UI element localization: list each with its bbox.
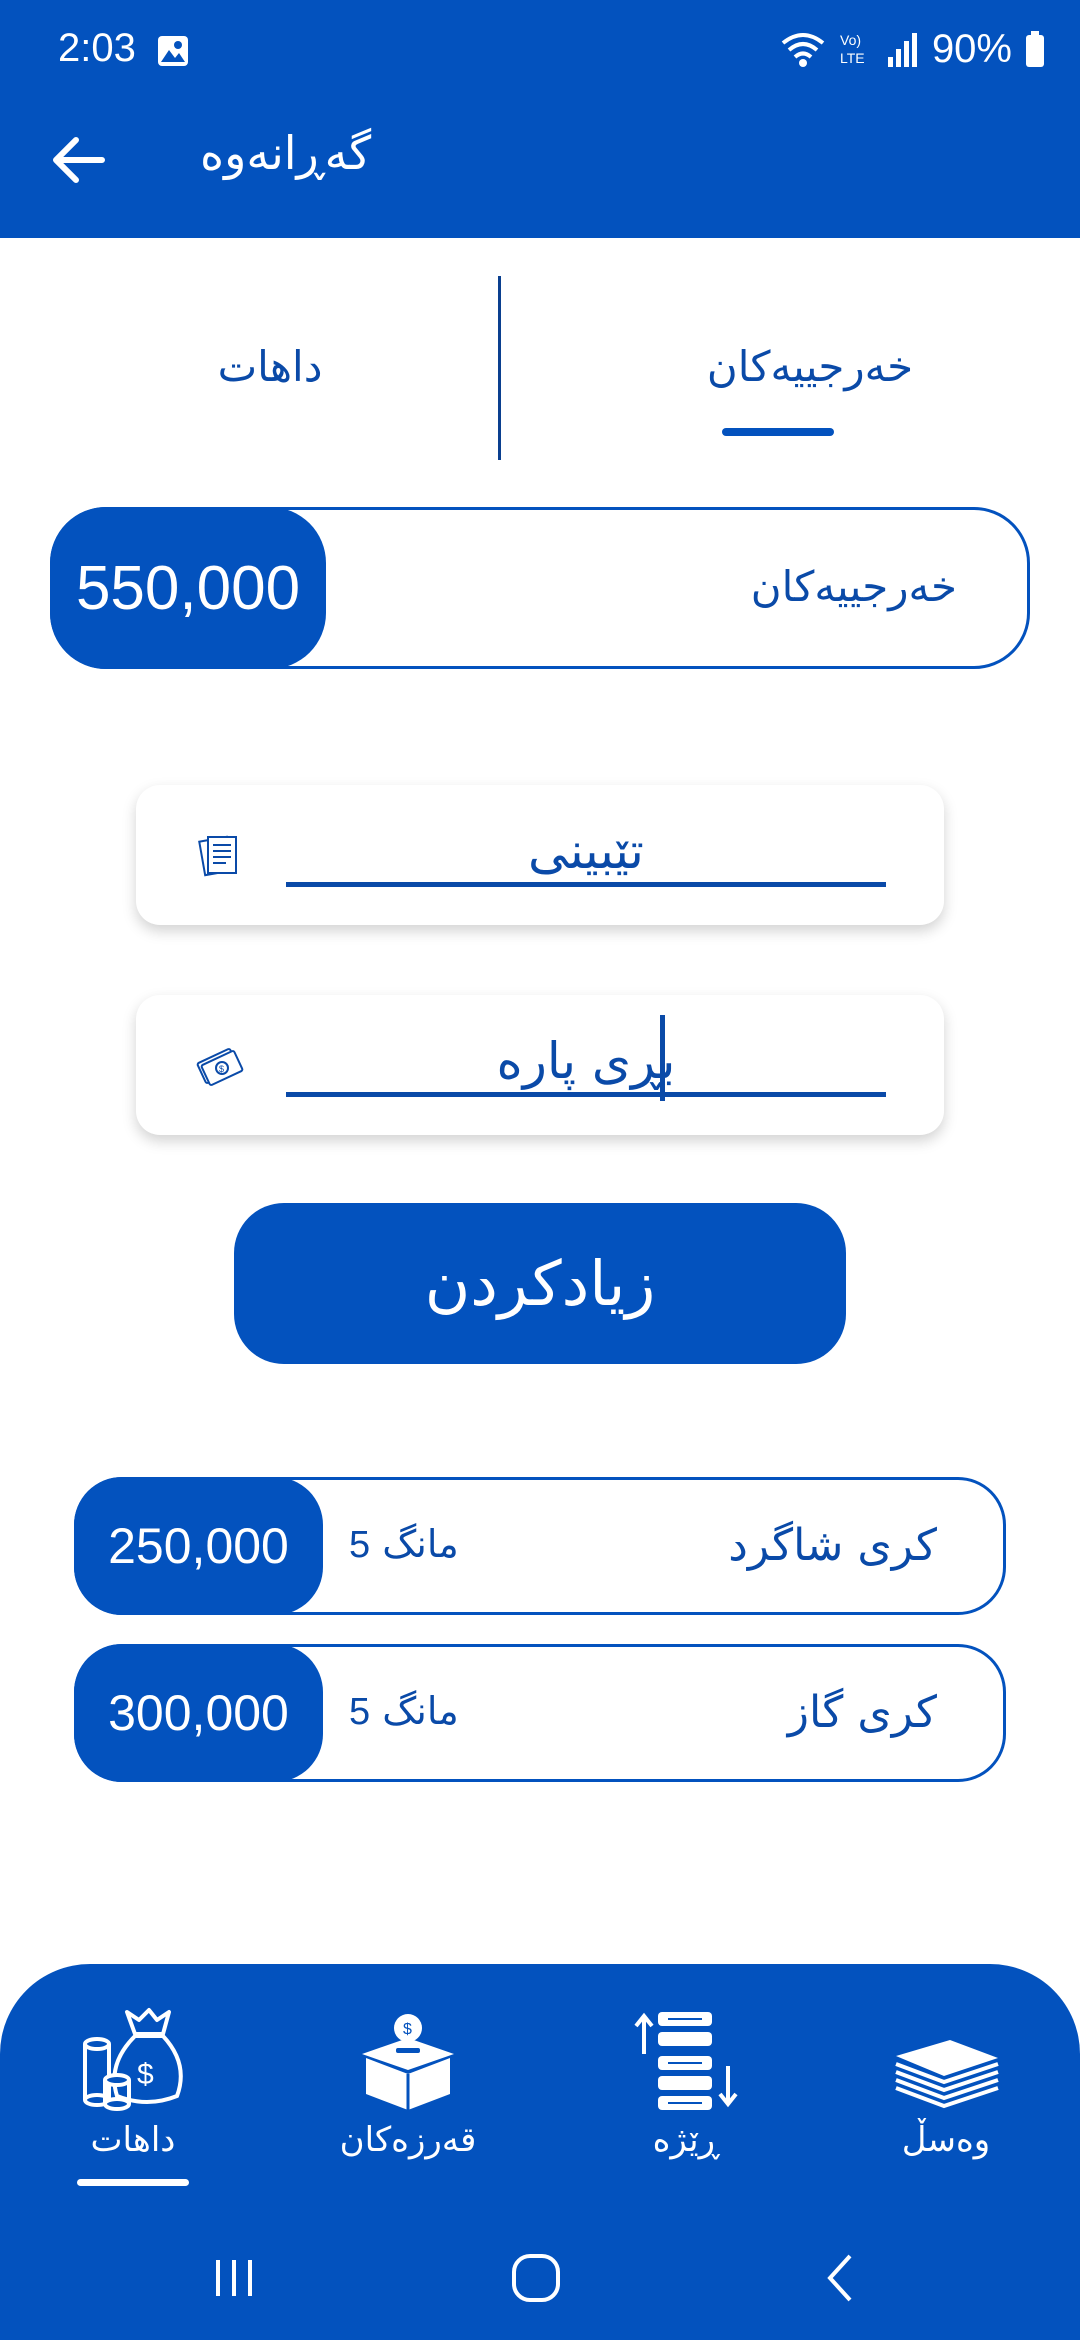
donation-box-icon: $ <box>362 2014 454 2110</box>
battery-percent: 90% <box>931 26 1012 71</box>
recent-apps-icon[interactable] <box>194 2248 274 2308</box>
svg-text:$: $ <box>219 1064 224 1074</box>
nav-item-ratio[interactable]: ڕێژە <box>586 2004 786 2184</box>
expense-amount: 250,000 <box>74 1477 323 1615</box>
paper-stack-icon <box>895 2040 999 2109</box>
sort-list-icon <box>634 2012 738 2110</box>
tab-expenses[interactable]: خەرجییەکان <box>540 300 1080 440</box>
back-arrow-icon[interactable] <box>46 128 110 192</box>
nav-label-receipts: وەسڵ <box>901 2120 991 2160</box>
note-input[interactable]: تێبینی <box>286 815 886 887</box>
nav-item-income[interactable]: $ داهات <box>33 2004 233 2184</box>
svg-text:$: $ <box>403 2021 412 2038</box>
home-icon[interactable] <box>496 2248 576 2308</box>
tab-divider <box>498 276 501 460</box>
wifi-icon <box>781 33 825 67</box>
nav-label-income: داهات <box>90 2120 176 2160</box>
svg-text:Vo): Vo) <box>840 32 861 48</box>
expense-month-word: مانگ <box>382 1689 459 1733</box>
expense-title: کری شاگرد <box>728 1520 937 1571</box>
amount-card: $ بڕی پارە <box>136 995 944 1135</box>
expense-month-number: 5 <box>349 1524 371 1566</box>
expense-row[interactable]: 250,000 5 مانگ کری شاگرد <box>74 1477 1006 1615</box>
status-icons: Vo) LTE 90% <box>780 24 1046 74</box>
tab-income-label: داهات <box>217 342 323 391</box>
note-card: تێبینی <box>136 785 944 925</box>
gallery-notification-icon <box>158 36 188 66</box>
money-bag-icon: $ <box>83 2008 183 2111</box>
nav-item-receipts[interactable]: وەسڵ <box>846 2004 1046 2184</box>
nav-item-loans[interactable]: $ قەرزەکان <box>308 2004 508 2184</box>
bottom-navigation: $ داهات $ قەرزەکان ڕێژە وەسڵ <box>0 1964 1080 2340</box>
expenses-total-label: خەرجییەکان <box>750 562 957 611</box>
volte-icon: Vo) LTE <box>840 32 865 66</box>
expenses-total-card: 550,000 خەرجییەکان <box>50 507 1030 669</box>
expense-month-word: مانگ <box>382 1522 459 1566</box>
active-nav-indicator <box>77 2179 189 2186</box>
document-icon <box>198 835 237 877</box>
battery-icon <box>1026 31 1044 67</box>
svg-text:LTE: LTE <box>840 50 865 66</box>
system-navigation-bar <box>0 2220 1080 2330</box>
expense-month: 5 مانگ <box>349 1522 459 1567</box>
cash-icon: $ <box>196 1048 244 1086</box>
expense-title: کری گاز <box>787 1687 937 1738</box>
signal-icon <box>887 33 917 67</box>
tab-income[interactable]: داهات <box>0 300 540 440</box>
expense-row[interactable]: 300,000 5 مانگ کری گاز <box>74 1644 1006 1782</box>
add-button[interactable]: زیادکردن <box>234 1203 846 1364</box>
expense-amount: 300,000 <box>74 1644 323 1782</box>
text-cursor <box>660 1015 665 1101</box>
active-tab-indicator <box>722 428 834 436</box>
amount-input[interactable]: بڕی پارە <box>286 1025 886 1097</box>
svg-text:$: $ <box>137 2058 154 2091</box>
expense-month: 5 مانگ <box>349 1689 459 1734</box>
tab-expenses-label: خەرجییەکان <box>706 342 914 391</box>
expenses-total-amount: 550,000 <box>50 507 326 669</box>
status-time: 2:03 <box>58 26 136 70</box>
page-title: گەڕانەوە <box>200 126 372 180</box>
system-back-icon[interactable] <box>800 2248 880 2308</box>
app-header: 2:03 Vo) LTE 90% گەڕانەوە <box>0 0 1080 238</box>
nav-label-loans: قەرزەکان <box>339 2120 477 2160</box>
expense-month-number: 5 <box>349 1691 371 1733</box>
nav-label-ratio: ڕێژە <box>652 2120 720 2160</box>
